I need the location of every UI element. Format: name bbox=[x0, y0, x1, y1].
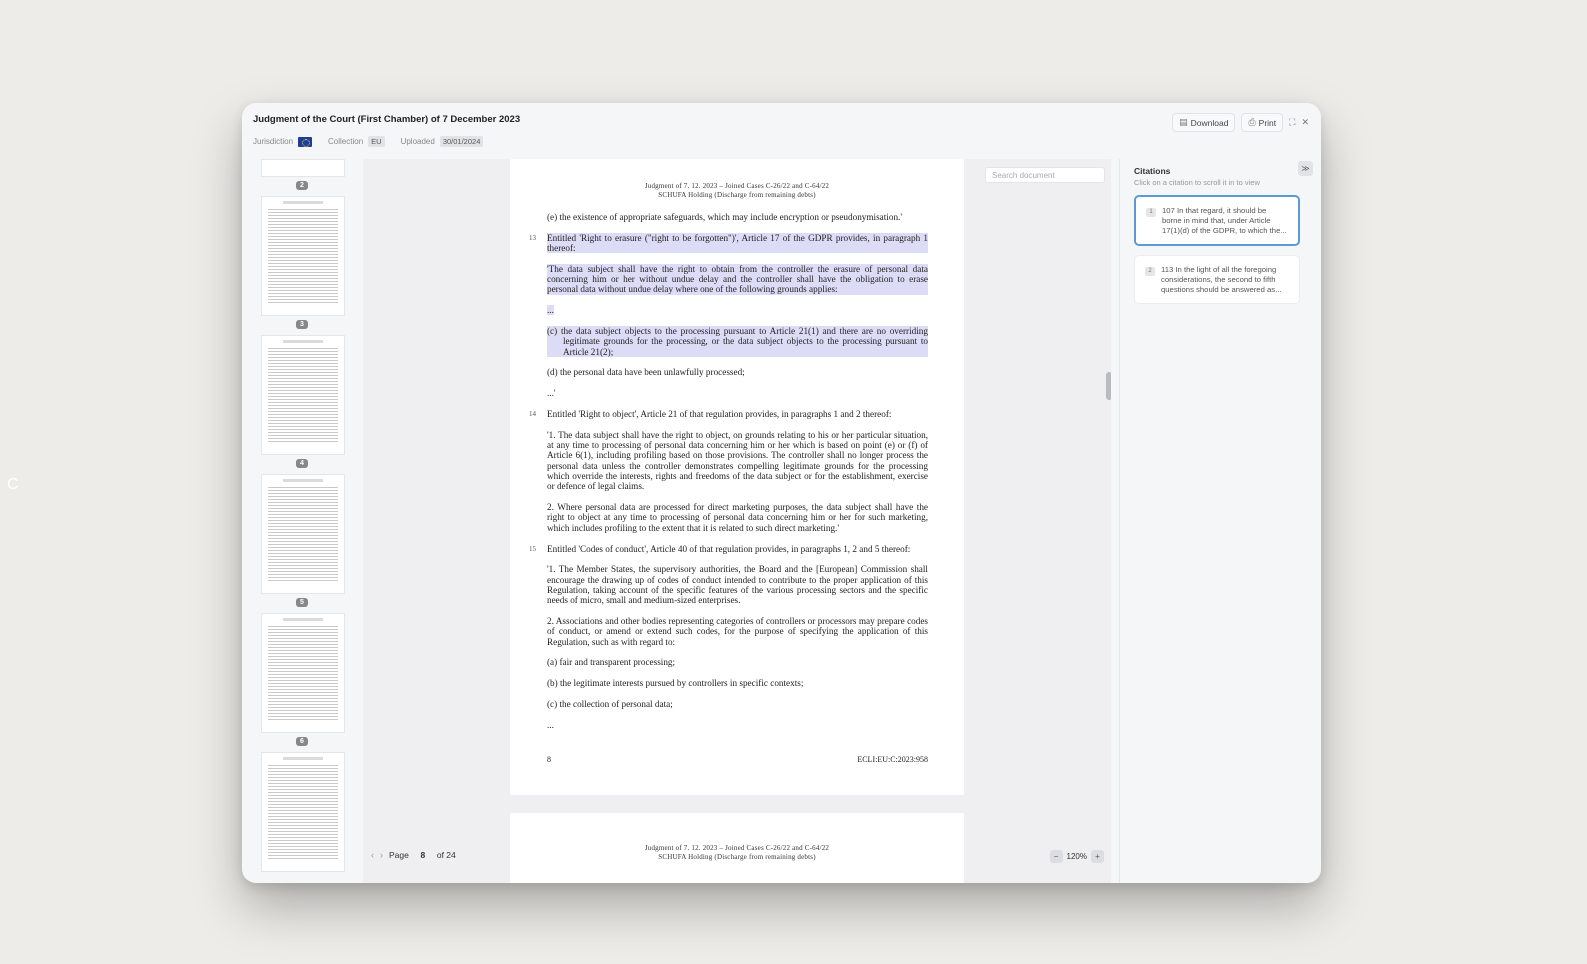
citation-index: 2 bbox=[1145, 267, 1155, 276]
document-pane[interactable]: Judgment of 7. 12. 2023 – Joined Cases C… bbox=[363, 159, 1111, 883]
page-thumbnail[interactable] bbox=[261, 335, 345, 455]
paragraph-number: 15 bbox=[529, 544, 536, 553]
paragraph: (a) fair and transparent processing; bbox=[547, 657, 676, 668]
eu-flag-icon bbox=[298, 136, 313, 147]
thumbnail-page-number: 6 bbox=[296, 737, 308, 746]
top-actions: ▤ Download ⎙ Print ⛶ ✕ bbox=[1172, 113, 1309, 132]
paragraph: 2. Associations and other bodies represe… bbox=[547, 616, 928, 647]
page-thumbnail[interactable] bbox=[261, 196, 345, 316]
page-thumbnail[interactable] bbox=[261, 752, 345, 872]
close-icon[interactable]: ✕ bbox=[1301, 117, 1309, 128]
footer-ecli: ECLI:EU:C:2023:958 bbox=[857, 755, 928, 764]
zoom-controls: − 120% + bbox=[1049, 850, 1104, 863]
page-body: (e) the existence of appropriate safegua… bbox=[510, 200, 964, 730]
ellipsis: ... bbox=[547, 719, 554, 730]
paragraph: '1. The Member States, the supervisory a… bbox=[547, 564, 928, 606]
paragraph: '1. The data subject shall have the righ… bbox=[547, 429, 928, 492]
paragraph-number: 14 bbox=[529, 410, 536, 419]
highlighted-clause: (c) the data subject objects to the proc… bbox=[547, 326, 928, 357]
expand-icon[interactable]: ⛶ bbox=[1289, 117, 1295, 128]
citation-index: 1 bbox=[1146, 208, 1156, 217]
uploaded-label: Uploaded bbox=[400, 137, 435, 146]
highlighted-paragraph: 13 Entitled 'Right to erasure ("right to… bbox=[529, 232, 928, 254]
thumbnail-page-number: 5 bbox=[296, 598, 308, 607]
paragraph: 2. Where personal data are processed for… bbox=[547, 502, 928, 533]
thumbnail-page-number: 3 bbox=[296, 320, 308, 329]
citation-text: 113 In the light of all the foregoing co… bbox=[1161, 265, 1282, 294]
ellipsis: ... bbox=[547, 305, 554, 316]
paragraph: 14 Entitled 'Right to object', Article 2… bbox=[529, 409, 892, 420]
citations-panel: Citations Click on a citation to scroll … bbox=[1119, 159, 1321, 883]
page-total: of 24 bbox=[436, 850, 456, 860]
printer-icon: ⎙ bbox=[1248, 117, 1256, 127]
download-label: Download bbox=[1190, 117, 1229, 128]
page-thumbnail[interactable] bbox=[261, 613, 345, 733]
file-icon: ▤ bbox=[1179, 117, 1188, 127]
thumbnail-page-number: 4 bbox=[296, 459, 308, 468]
document-page: Judgment of 7. 12. 2023 – Joined Cases C… bbox=[510, 159, 964, 795]
page-number-input[interactable]: 8 bbox=[415, 850, 431, 860]
next-page-icon[interactable]: › bbox=[380, 850, 383, 860]
document-meta: Jurisdiction Collection EU Uploaded 30/0… bbox=[253, 136, 484, 147]
collapse-panel-icon[interactable]: ≫ bbox=[1298, 161, 1313, 176]
citation-text: 107 In that regard, it should be borne i… bbox=[1162, 206, 1287, 235]
scrollbar-thumb[interactable] bbox=[1106, 372, 1111, 400]
page-thumbnails: 2 3 4 5 6 bbox=[242, 159, 362, 883]
print-button[interactable]: ⎙ Print bbox=[1241, 113, 1284, 132]
running-head: Judgment of 7. 12. 2023 – Joined Cases C… bbox=[644, 844, 830, 861]
prev-page-icon[interactable]: ‹ bbox=[371, 850, 374, 860]
collection-chip: EU bbox=[368, 136, 385, 147]
jurisdiction-label: Jurisdiction bbox=[253, 137, 294, 146]
paragraph: (d) the personal data have been unlawful… bbox=[547, 367, 745, 378]
collection-label: Collection bbox=[328, 137, 364, 146]
citations-subtitle: Click on a citation to scroll it in to v… bbox=[1134, 178, 1260, 187]
ellipsis: ...' bbox=[547, 388, 556, 399]
page-navigation: ‹ › Page 8 of 24 bbox=[371, 850, 456, 860]
document-page: Judgment of 7. 12. 2023 – Joined Cases C… bbox=[510, 813, 964, 883]
document-title: Judgment of the Court (First Chamber) of… bbox=[253, 114, 521, 125]
footer-page-number: 8 bbox=[547, 755, 551, 764]
zoom-out-icon[interactable]: − bbox=[1049, 850, 1063, 863]
zoom-in-icon[interactable]: + bbox=[1091, 850, 1104, 863]
zoom-level: 120% bbox=[1066, 852, 1087, 861]
print-label: Print bbox=[1258, 117, 1277, 128]
background-edge-letter: C bbox=[7, 476, 19, 493]
paragraph-number: 13 bbox=[529, 233, 536, 242]
download-button[interactable]: ▤ Download bbox=[1172, 113, 1236, 132]
citations-title: Citations bbox=[1134, 166, 1171, 176]
uploaded-date-chip: 30/01/2024 bbox=[439, 136, 484, 147]
page-footer: 8 ECLI:EU:C:2023:958 bbox=[547, 755, 928, 764]
document-viewer-modal: Judgment of the Court (First Chamber) of… bbox=[242, 103, 1321, 883]
paragraph: (e) the existence of appropriate safegua… bbox=[547, 212, 903, 222]
thumbnail-page-number: 2 bbox=[296, 181, 308, 190]
page-label: Page bbox=[389, 850, 409, 860]
page-thumbnail[interactable] bbox=[261, 474, 345, 594]
citation-card[interactable]: 2 113 In the light of all the foregoing … bbox=[1134, 255, 1300, 304]
paragraph: (b) the legitimate interests pursued by … bbox=[547, 678, 804, 689]
paragraph: 15 Entitled 'Codes of conduct', Article … bbox=[529, 543, 911, 554]
running-head: Judgment of 7. 12. 2023 – Joined Cases C… bbox=[644, 182, 830, 199]
paragraph: (c) the collection of personal data; bbox=[547, 699, 673, 709]
highlighted-quote: 'The data subject shall have the right t… bbox=[547, 263, 928, 295]
citation-card[interactable]: 1 107 In that regard, it should be borne… bbox=[1134, 195, 1300, 246]
page-thumbnail[interactable] bbox=[261, 159, 345, 177]
search-input[interactable]: Search document bbox=[985, 167, 1105, 183]
